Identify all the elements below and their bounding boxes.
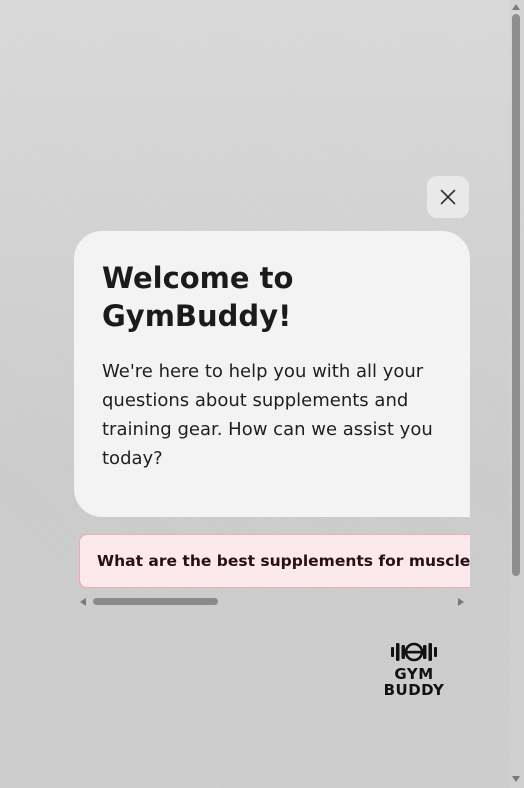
suggestions-scrollbar-thumb[interactable] xyxy=(93,598,218,605)
welcome-message: We're here to help you with all your que… xyxy=(102,361,433,469)
close-button[interactable] xyxy=(427,176,469,218)
welcome-message-card: Welcome to GymBuddy! We're here to help … xyxy=(74,231,470,517)
close-icon xyxy=(440,189,456,205)
welcome-title: Welcome to GymBuddy! xyxy=(102,261,294,333)
scroll-right-arrow-icon[interactable] xyxy=(458,598,464,606)
gymbuddy-logo[interactable]: GYM BUDDY xyxy=(380,638,448,702)
suggestions-scrollbar[interactable] xyxy=(79,595,470,609)
logo-text-buddy: BUDDY xyxy=(383,681,445,699)
suggestion-strip[interactable]: What are the best supplements for muscle… xyxy=(79,534,470,590)
scroll-down-arrow-icon[interactable] xyxy=(512,776,520,782)
scroll-left-arrow-icon[interactable] xyxy=(80,598,86,606)
logo-text-gym: GYM xyxy=(394,665,434,683)
page-scrollbar[interactable] xyxy=(509,0,524,788)
scroll-up-arrow-icon[interactable] xyxy=(512,4,520,10)
page-scrollbar-thumb[interactable] xyxy=(512,14,520,576)
suggestion-chip[interactable]: What are the best supplements for muscle… xyxy=(79,534,470,588)
